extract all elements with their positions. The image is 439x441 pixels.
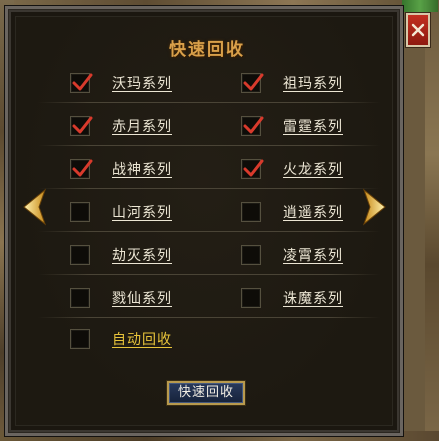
chevron-right-icon[interactable] bbox=[362, 188, 388, 226]
row-divider bbox=[38, 102, 380, 103]
quick-recycle-button[interactable]: 快速回收 bbox=[167, 381, 245, 405]
option-checkbox[interactable] bbox=[70, 245, 90, 265]
close-button[interactable] bbox=[406, 13, 430, 47]
option-checkbox[interactable] bbox=[241, 73, 264, 93]
option-label: 诛魔系列 bbox=[283, 291, 343, 307]
option-checkbox[interactable] bbox=[70, 73, 93, 93]
auto-recycle-label: 自动回收 bbox=[112, 332, 172, 348]
option-checkbox[interactable] bbox=[70, 159, 93, 179]
row-divider bbox=[38, 188, 380, 189]
option-checkbox[interactable] bbox=[241, 202, 261, 222]
checkmark-icon bbox=[243, 116, 264, 134]
quick-recycle-dialog: 快速回收 自动回收 快速回收 沃玛系列 祖玛系列赤月系列 雷霆系列战神系列 火龙系列山… bbox=[5, 6, 403, 436]
checkmark-icon bbox=[72, 73, 93, 91]
recycle-option[interactable]: 赤月系列 bbox=[70, 113, 172, 139]
option-checkbox[interactable] bbox=[241, 288, 261, 308]
option-label: 凌霄系列 bbox=[283, 248, 343, 264]
option-checkbox[interactable] bbox=[70, 288, 90, 308]
option-checkbox[interactable] bbox=[241, 159, 264, 179]
recycle-option[interactable]: 雷霆系列 bbox=[241, 113, 343, 139]
option-label: 雷霆系列 bbox=[283, 119, 343, 135]
option-label: 赤月系列 bbox=[112, 119, 172, 135]
background-foliage bbox=[402, 0, 438, 12]
option-label: 戮仙系列 bbox=[112, 291, 172, 307]
recycle-option[interactable]: 战神系列 bbox=[70, 156, 172, 182]
checkmark-icon bbox=[72, 116, 93, 134]
row-divider bbox=[38, 274, 380, 275]
recycle-option[interactable]: 火龙系列 bbox=[241, 156, 343, 182]
option-label: 战神系列 bbox=[112, 162, 172, 178]
option-label: 山河系列 bbox=[112, 205, 172, 221]
option-label: 火龙系列 bbox=[283, 162, 343, 178]
option-label: 祖玛系列 bbox=[283, 76, 343, 92]
option-label: 逍遥系列 bbox=[283, 205, 343, 221]
option-label: 劫灭系列 bbox=[112, 248, 172, 264]
row-divider bbox=[38, 145, 380, 146]
chevron-left-icon[interactable] bbox=[21, 188, 47, 226]
checkmark-icon bbox=[243, 73, 264, 91]
option-checkbox[interactable] bbox=[70, 116, 93, 136]
close-icon bbox=[411, 23, 425, 37]
recycle-option[interactable]: 劫灭系列 bbox=[70, 242, 172, 268]
recycle-option[interactable]: 沃玛系列 bbox=[70, 70, 172, 96]
row-divider bbox=[38, 317, 380, 318]
option-checkbox[interactable] bbox=[70, 202, 90, 222]
recycle-option[interactable]: 戮仙系列 bbox=[70, 285, 172, 311]
option-checkbox[interactable] bbox=[241, 245, 261, 265]
background-right bbox=[425, 0, 439, 441]
auto-recycle-option[interactable]: 自动回收 bbox=[70, 326, 172, 352]
recycle-option[interactable]: 祖玛系列 bbox=[241, 70, 343, 96]
recycle-option[interactable]: 凌霄系列 bbox=[241, 242, 343, 268]
checkmark-icon bbox=[243, 159, 264, 177]
row-divider bbox=[38, 231, 380, 232]
dialog-title: 快速回收 bbox=[169, 40, 245, 60]
recycle-option[interactable]: 诛魔系列 bbox=[241, 285, 343, 311]
recycle-option[interactable]: 逍遥系列 bbox=[241, 199, 343, 225]
auto-recycle-checkbox[interactable] bbox=[70, 329, 90, 349]
checkmark-icon bbox=[72, 159, 93, 177]
option-label: 沃玛系列 bbox=[112, 76, 172, 92]
option-checkbox[interactable] bbox=[241, 116, 264, 136]
recycle-option[interactable]: 山河系列 bbox=[70, 199, 172, 225]
